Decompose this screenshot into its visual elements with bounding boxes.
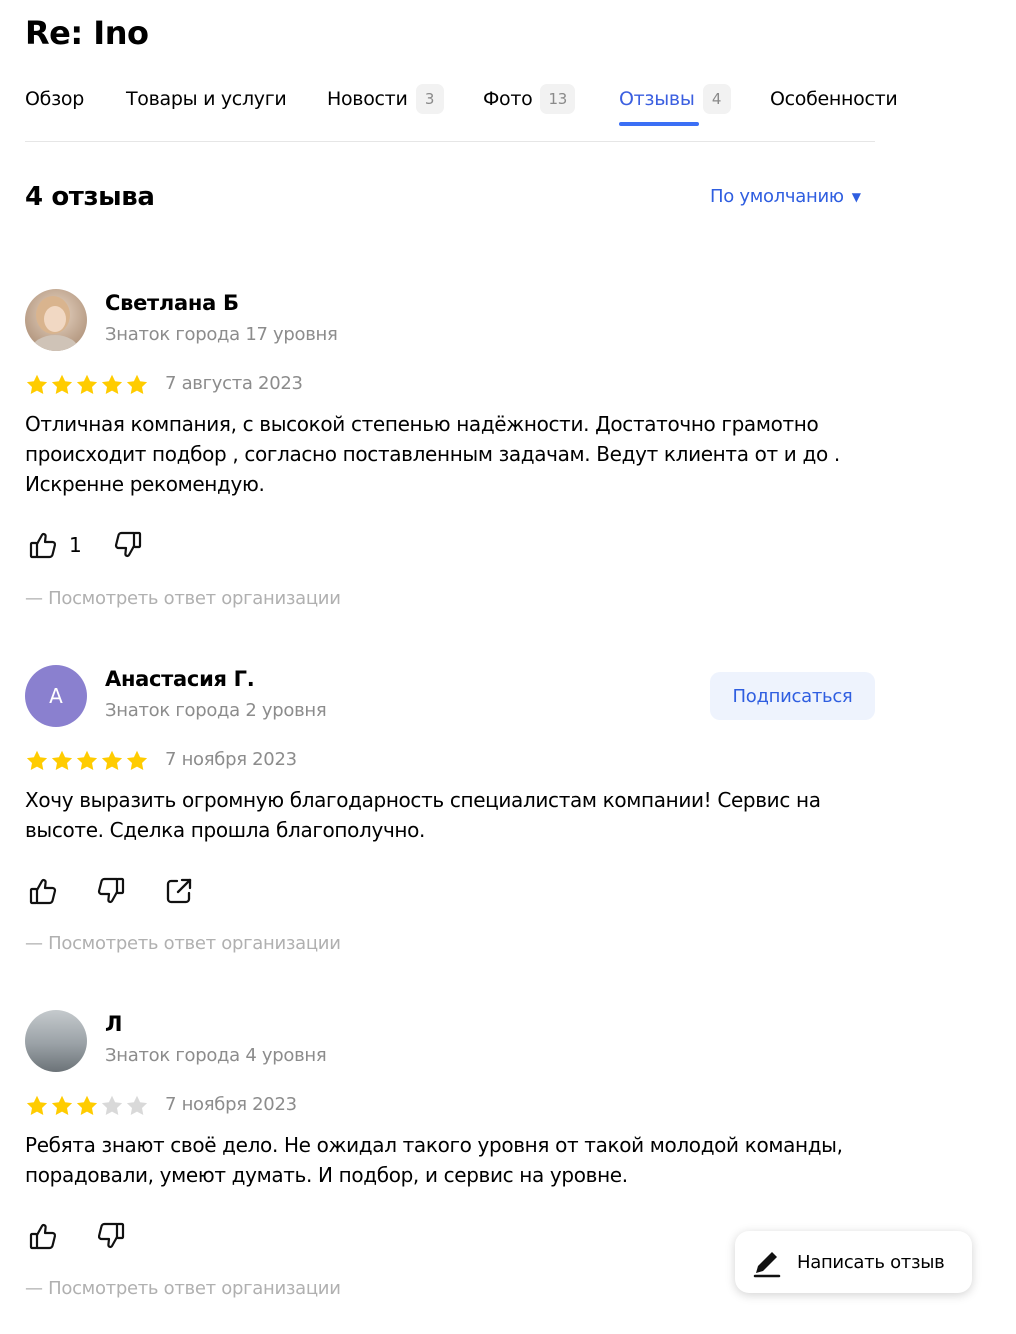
avatar[interactable]	[25, 289, 87, 351]
like-icon[interactable]	[25, 527, 61, 563]
rating-stars	[25, 373, 149, 397]
author-level: Знаток города 17 уровня	[105, 324, 338, 345]
review-card: А Анастасия Г. Знаток города 2 уровня По…	[25, 665, 885, 965]
review-actions	[25, 1218, 129, 1254]
avatar[interactable]: А	[25, 665, 87, 727]
tab-count-badge: 3	[415, 84, 444, 114]
view-org-reply-link[interactable]: — Посмотреть ответ организации	[25, 1278, 341, 1299]
author-level: Знаток города 2 уровня	[105, 700, 327, 721]
dislike-icon[interactable]	[93, 1218, 129, 1254]
active-tab-indicator	[619, 122, 699, 126]
dislike-icon[interactable]	[110, 527, 146, 563]
dislike-icon[interactable]	[93, 873, 129, 909]
tab-bar: Обзор Товары и услуги Новости 3 Фото 13 От…	[25, 82, 898, 142]
review-date: 7 августа 2023	[165, 373, 303, 394]
sort-dropdown[interactable]: По умолчанию ▼	[710, 186, 861, 207]
star-icon	[26, 1095, 48, 1115]
pencil-icon	[753, 1252, 781, 1278]
share-icon[interactable]	[161, 873, 197, 909]
like-icon[interactable]	[25, 873, 61, 909]
review-date: 7 ноября 2023	[165, 749, 297, 770]
star-empty-icon	[101, 1095, 123, 1115]
review-actions	[25, 873, 197, 909]
star-icon	[76, 374, 98, 394]
star-icon	[76, 1095, 98, 1115]
reviews-count: 4 отзыва	[25, 182, 155, 212]
caret-down-icon: ▼	[851, 189, 861, 204]
rating-stars	[25, 749, 149, 773]
review-author[interactable]: Анастасия Г.	[105, 667, 255, 691]
review-text: Хочу выразить огромную благодарность спе…	[25, 788, 821, 842]
review-author[interactable]: Л	[105, 1012, 122, 1036]
tab-count-badge: 13	[540, 84, 575, 114]
star-icon	[26, 750, 48, 770]
tab-photo[interactable]: Фото 13	[483, 82, 575, 116]
tab-products[interactable]: Товары и услуги	[126, 82, 287, 116]
star-icon	[126, 374, 148, 394]
star-icon	[51, 1095, 73, 1115]
star-icon	[26, 374, 48, 394]
like-count: 1	[69, 533, 82, 557]
star-icon	[126, 750, 148, 770]
tab-overview[interactable]: Обзор	[25, 82, 84, 116]
page-title: Re: Ino	[25, 14, 149, 52]
star-icon	[51, 750, 73, 770]
tab-count-badge: 4	[702, 84, 731, 114]
subscribe-button[interactable]: Подписаться	[710, 672, 875, 720]
avatar-photo-icon	[25, 1010, 87, 1072]
star-empty-icon	[126, 1095, 148, 1115]
review-date: 7 ноября 2023	[165, 1094, 297, 1115]
like-icon[interactable]	[25, 1218, 61, 1254]
avatar-photo-icon	[25, 289, 87, 351]
tab-news[interactable]: Новости 3	[327, 82, 444, 116]
review-actions: 1	[25, 527, 146, 563]
write-review-button[interactable]: Написать отзыв	[735, 1231, 972, 1293]
review-author[interactable]: Светлана Б	[105, 291, 239, 315]
view-org-reply-link[interactable]: — Посмотреть ответ организации	[25, 933, 341, 954]
star-icon	[51, 374, 73, 394]
review-card: Светлана Б Знаток города 17 уровня 7 авг…	[25, 289, 885, 619]
view-org-reply-link[interactable]: — Посмотреть ответ организации	[25, 588, 341, 609]
star-icon	[76, 750, 98, 770]
avatar[interactable]	[25, 1010, 87, 1072]
tab-reviews[interactable]: Отзывы 4	[619, 82, 731, 116]
review-text: Отличная компания, с высокой степенью на…	[25, 412, 840, 496]
star-icon	[101, 750, 123, 770]
rating-stars	[25, 1094, 149, 1118]
author-level: Знаток города 4 уровня	[105, 1045, 327, 1066]
review-text: Ребята знают своё дело. Не ожидал такого…	[25, 1133, 843, 1187]
avatar-letter: А	[49, 684, 63, 708]
tab-features[interactable]: Особенности	[770, 82, 898, 116]
star-icon	[101, 374, 123, 394]
